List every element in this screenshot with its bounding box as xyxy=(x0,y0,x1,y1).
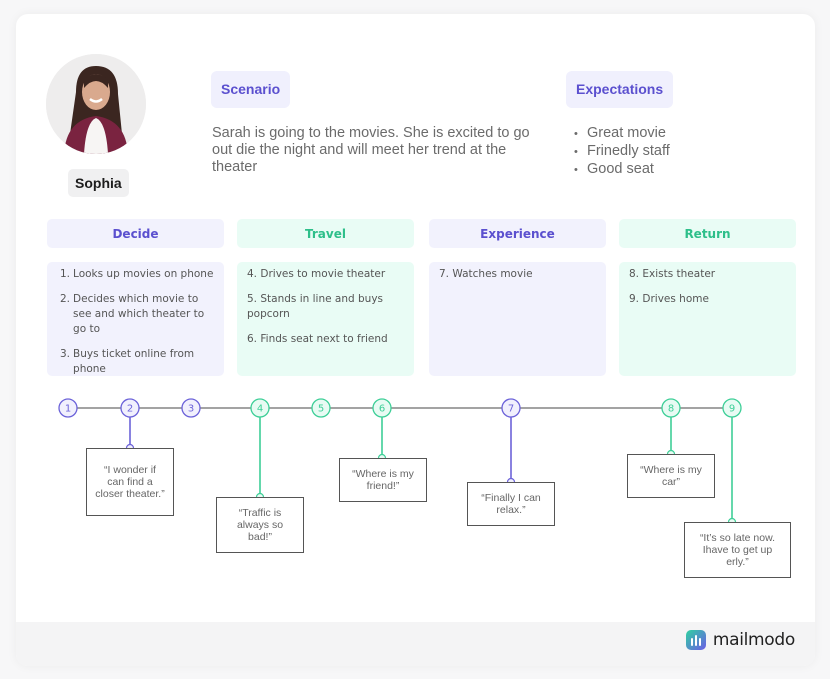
quote-box: “I wonder if can find a closer theater.” xyxy=(86,448,174,516)
timeline-node-label: 9 xyxy=(729,404,735,415)
timeline-node-label: 7 xyxy=(508,404,514,415)
timeline-node-label: 2 xyxy=(127,404,133,415)
quote-box: “Where is my friend!” xyxy=(339,458,427,502)
mailmodo-logo-icon xyxy=(685,630,706,650)
brand-name: mailmodo xyxy=(712,630,795,650)
mailmodo-logo[interactable]: mailmodo xyxy=(685,630,795,650)
timeline-node-label: 3 xyxy=(188,404,194,415)
quote-box: “Traffic is always so bad!” xyxy=(216,497,304,553)
timeline-node-label: 1 xyxy=(65,404,71,415)
journey-map-card: Sophia Scenario Sarah is going to the mo… xyxy=(16,14,815,666)
footer: mailmodo xyxy=(16,622,815,666)
timeline-node-label: 4 xyxy=(257,404,263,415)
quote-box: “Finally I can relax.” xyxy=(467,482,555,526)
quote-box: “Where is my car” xyxy=(627,454,715,498)
quote-box: “It’s so late now. Ihave to get up erly.… xyxy=(684,522,791,578)
timeline-node-label: 5 xyxy=(318,404,324,415)
timeline-node-label: 6 xyxy=(379,404,385,415)
timeline-node-label: 8 xyxy=(668,404,674,415)
